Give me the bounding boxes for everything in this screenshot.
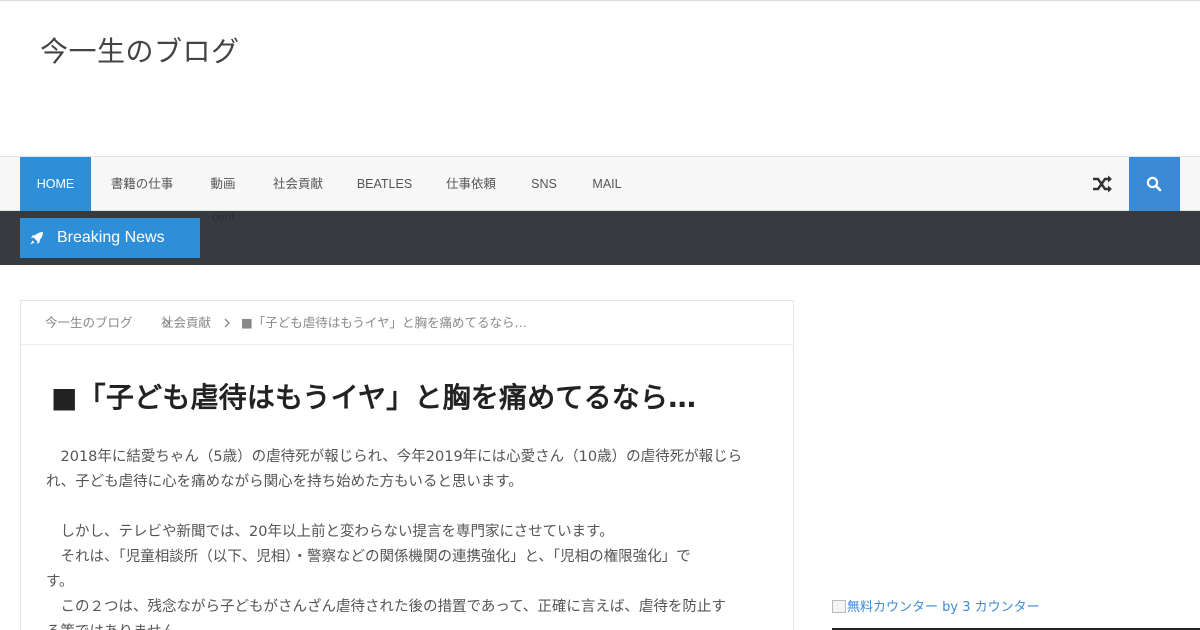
post-card: 今一生のブログ 社会貢献 ■「子ども虐待はもうイヤ」と胸を痛めてるなら… ■「子… [20, 300, 794, 630]
nav-item-social[interactable]: 社会貢献 [263, 157, 333, 211]
post-line: この２つは、残念ながら子どもがさんざん虐待された後の措置であって、正確に言えば、… [46, 599, 726, 615]
ticker-ghost-text: cent [212, 210, 235, 224]
nav-item-video[interactable]: 動画 [197, 157, 249, 211]
site-title[interactable]: 今一生のブログ [40, 30, 240, 70]
post-paragraph: しかし、テレビや新聞では、20年以上前と変わらない提言を専門家にさせています。 … [46, 520, 771, 630]
breadcrumb-category-link[interactable]: 社会貢献 [161, 301, 211, 345]
post-line: す。 [46, 574, 74, 590]
rocket-icon [30, 232, 43, 245]
nav-item-beatles[interactable]: BEATLES [351, 157, 418, 211]
search-button[interactable] [1129, 157, 1180, 211]
counter-link-text: 無料カウンター by 3 カウンター [847, 600, 1040, 615]
breadcrumb-current: ■「子ども虐待はもうイヤ」と胸を痛めてるなら… [241, 315, 528, 330]
breaking-news-badge: Breaking News [20, 218, 200, 258]
nav-item-mail[interactable]: MAIL [584, 157, 630, 211]
post-line: る策ではありません。 [46, 620, 771, 630]
post-title: ■「子ども虐待はもうイヤ」と胸を痛めてるなら… [51, 381, 697, 414]
counter-link[interactable]: 無料カウンター by 3 カウンター [832, 596, 1040, 615]
main-nav: HOME 書籍の仕事 動画 社会貢献 BEATLES 仕事依頼 SNS MAIL [0, 156, 1200, 211]
broken-image-icon [832, 600, 846, 613]
top-border [0, 0, 1200, 1]
post-paragraph: 2018年に結愛ちゃん（5歳）の虐待死が報じられ、今年2019年には心愛さん（1… [46, 445, 771, 495]
breadcrumb-home-link[interactable]: 今一生のブログ [45, 301, 133, 345]
nav-item-sns[interactable]: SNS [524, 157, 564, 211]
shuffle-icon[interactable] [1090, 171, 1114, 197]
post-line: 2018年に結愛ちゃん（5歳）の虐待死が報じられ、今年2019年には心愛さん（1… [46, 449, 743, 465]
post-line: それは、「児童相談所（以下、児相）・警察などの関係機関の連携強化」と、「児相の権… [46, 549, 691, 565]
nav-item-request[interactable]: 仕事依頼 [434, 157, 508, 211]
chevron-right-icon [224, 318, 230, 328]
nav-item-books[interactable]: 書籍の仕事 [97, 157, 187, 211]
search-icon [1146, 176, 1162, 192]
post-line: れ、子ども虐待に心を痛めながら関心を持ち始めた方もいると思います。 [46, 474, 523, 490]
post-line: しかし、テレビや新聞では、20年以上前と変わらない提言を専門家にさせています。 [46, 524, 614, 540]
news-ticker-bar: cent Breaking News [0, 210, 1200, 265]
breadcrumb: 今一生のブログ 社会貢献 ■「子ども虐待はもうイヤ」と胸を痛めてるなら… [21, 301, 793, 345]
breaking-news-label: Breaking News [57, 229, 165, 246]
nav-item-home[interactable]: HOME [20, 157, 91, 211]
